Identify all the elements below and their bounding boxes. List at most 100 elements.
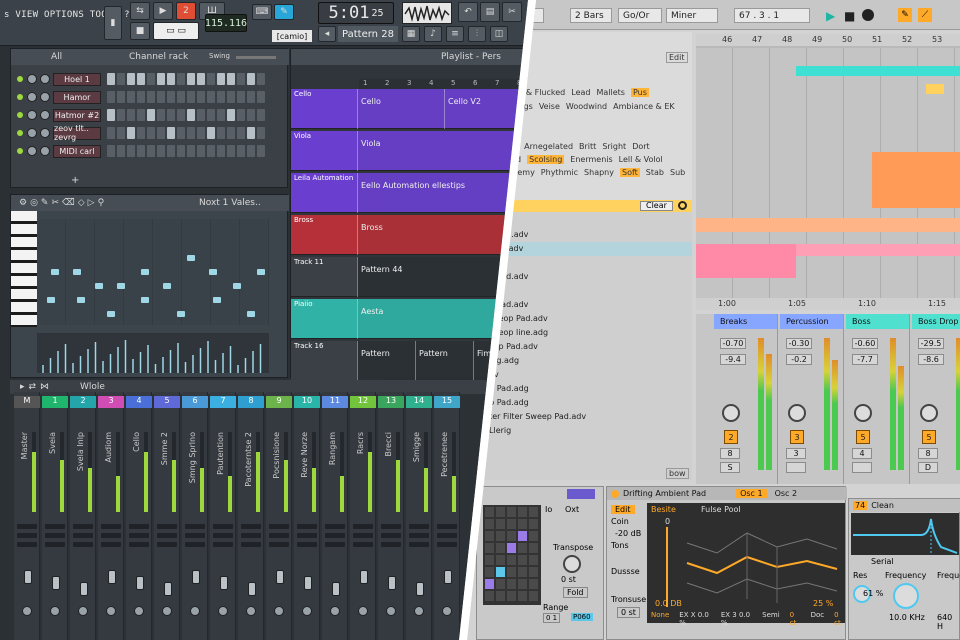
track-arm-value[interactable]: 8 <box>720 448 740 459</box>
step-button[interactable] <box>257 127 265 139</box>
channel-filter[interactable]: All <box>51 52 62 62</box>
step-button[interactable] <box>197 109 205 121</box>
fx-slot[interactable] <box>185 542 205 547</box>
playlist-track-header[interactable]: Viola <box>291 131 357 171</box>
step-cell[interactable] <box>496 591 505 601</box>
channel-row[interactable]: Hamor <box>17 89 287 105</box>
step-button[interactable] <box>147 91 155 103</box>
range-value-2[interactable]: P060 <box>571 613 593 621</box>
stop-icon[interactable]: ■ <box>844 9 855 23</box>
step-button[interactable] <box>247 73 255 85</box>
send-knob-icon[interactable] <box>302 606 312 616</box>
track-activator[interactable]: 5 <box>922 430 936 444</box>
clip-orange-large[interactable] <box>872 152 960 208</box>
browser-tag[interactable]: Shapny <box>584 168 614 177</box>
mixer-channel-number[interactable]: 3 <box>98 396 124 408</box>
fx-slot[interactable] <box>409 524 429 529</box>
note[interactable] <box>51 269 59 275</box>
mixer-fader[interactable] <box>220 576 228 590</box>
step-cell[interactable] <box>507 567 516 577</box>
step-cell[interactable] <box>496 519 505 529</box>
note[interactable] <box>233 283 241 289</box>
fx-slot[interactable] <box>241 524 261 529</box>
track-volume-value[interactable]: -0.30 <box>786 338 812 349</box>
mixer-fader[interactable] <box>416 582 424 596</box>
fx-slot[interactable] <box>73 533 93 538</box>
fx-slot[interactable] <box>325 524 345 529</box>
pan-knob-icon[interactable] <box>27 74 37 84</box>
osc1-tab[interactable]: Osc 1 <box>736 489 767 498</box>
fx-slot[interactable] <box>213 524 233 529</box>
step-cell[interactable] <box>518 567 527 577</box>
step-cell[interactable] <box>485 531 494 541</box>
step-cell[interactable] <box>485 567 494 577</box>
note[interactable] <box>77 297 85 303</box>
step-cell[interactable] <box>518 555 527 565</box>
browser-tag[interactable]: Soft <box>619 168 640 177</box>
mixer-channel-number[interactable]: 12 <box>350 396 376 408</box>
step-button[interactable] <box>187 91 195 103</box>
record-icon[interactable] <box>862 9 874 21</box>
preset-item[interactable]: y Sleop Pad.adv <box>480 312 692 326</box>
note[interactable] <box>141 269 149 275</box>
step-grid[interactable] <box>483 505 541 605</box>
step-cell[interactable] <box>507 507 516 517</box>
note[interactable] <box>117 283 125 289</box>
step-cell[interactable] <box>529 579 538 589</box>
channel-led-icon[interactable] <box>17 148 23 154</box>
playlist-track-header[interactable]: Leila Automation <box>291 173 357 213</box>
playlist-clip[interactable]: Bross <box>357 215 528 255</box>
mixer-channel[interactable]: 9 Pocsnisione <box>266 392 292 640</box>
send-knob-icon[interactable] <box>190 606 200 616</box>
edit-button[interactable]: Edit <box>611 505 635 514</box>
playlist-clip[interactable]: Eello Automation ellestips <box>357 173 528 213</box>
channel-row[interactable]: MIDI carl <box>17 143 287 159</box>
step-cell[interactable] <box>485 519 494 529</box>
mixer-fader[interactable] <box>164 582 172 596</box>
master-volume-slider[interactable]: ▮ <box>104 6 122 40</box>
track-title[interactable]: Percussion <box>780 314 843 329</box>
step-cell[interactable] <box>529 591 538 601</box>
step-cell[interactable] <box>496 507 505 517</box>
track-activator[interactable]: 5 <box>856 430 870 444</box>
fx-slot[interactable] <box>269 542 289 547</box>
send-knob-icon[interactable] <box>50 606 60 616</box>
osc2-tab[interactable]: Osc 2 <box>771 489 802 498</box>
pan-dial-icon[interactable] <box>788 404 806 422</box>
preset-item[interactable]: veop Pad.adv <box>480 340 692 354</box>
fx-slot[interactable] <box>297 542 317 547</box>
automation-arm-icon[interactable]: ⟋ <box>918 8 932 22</box>
clip-pink-1[interactable] <box>696 244 796 278</box>
pulse-pool-selector[interactable]: Fulse Pool <box>701 505 741 514</box>
step-button[interactable] <box>217 73 225 85</box>
fx-slot[interactable] <box>73 524 93 529</box>
mixer-channel[interactable]: 3 Audiom <box>98 392 124 640</box>
note[interactable] <box>47 297 55 303</box>
fx-slot[interactable] <box>17 524 37 529</box>
playlist-track-header[interactable]: Track 11 <box>291 257 357 297</box>
fx-slot[interactable] <box>129 524 149 529</box>
browser-footer-button[interactable]: bow <box>666 468 689 479</box>
play-icon[interactable]: ▶ <box>826 9 835 23</box>
add-channel-button[interactable]: + <box>71 175 79 186</box>
fx-slot[interactable] <box>73 542 93 547</box>
playlist-track-header[interactable]: Piaiio <box>291 299 357 339</box>
playlist-clip[interactable]: Cello V2 <box>444 89 528 129</box>
fx-slot[interactable] <box>381 542 401 547</box>
note[interactable] <box>177 311 185 317</box>
step-cell[interactable] <box>485 543 494 553</box>
send-knob-icon[interactable] <box>218 606 228 616</box>
mixer-icon[interactable]: ⫶ <box>468 26 486 42</box>
step-button[interactable] <box>247 91 255 103</box>
preset-item[interactable]: fiLlerig <box>480 424 692 438</box>
step-button[interactable] <box>197 91 205 103</box>
playlist-icon[interactable]: ▦ <box>402 26 420 42</box>
send-knob-icon[interactable] <box>358 606 368 616</box>
time-ruler[interactable]: 1:00 1:05 1:10 1:15 <box>696 298 960 310</box>
serial-mode[interactable]: Serial <box>871 557 894 566</box>
fold-button[interactable]: Fold <box>563 587 588 598</box>
step-button[interactable] <box>237 73 245 85</box>
piano-roll-icon[interactable]: ♪ <box>424 26 442 42</box>
step-button[interactable] <box>247 109 255 121</box>
browser-tag[interactable]: Phythmic <box>541 168 578 177</box>
